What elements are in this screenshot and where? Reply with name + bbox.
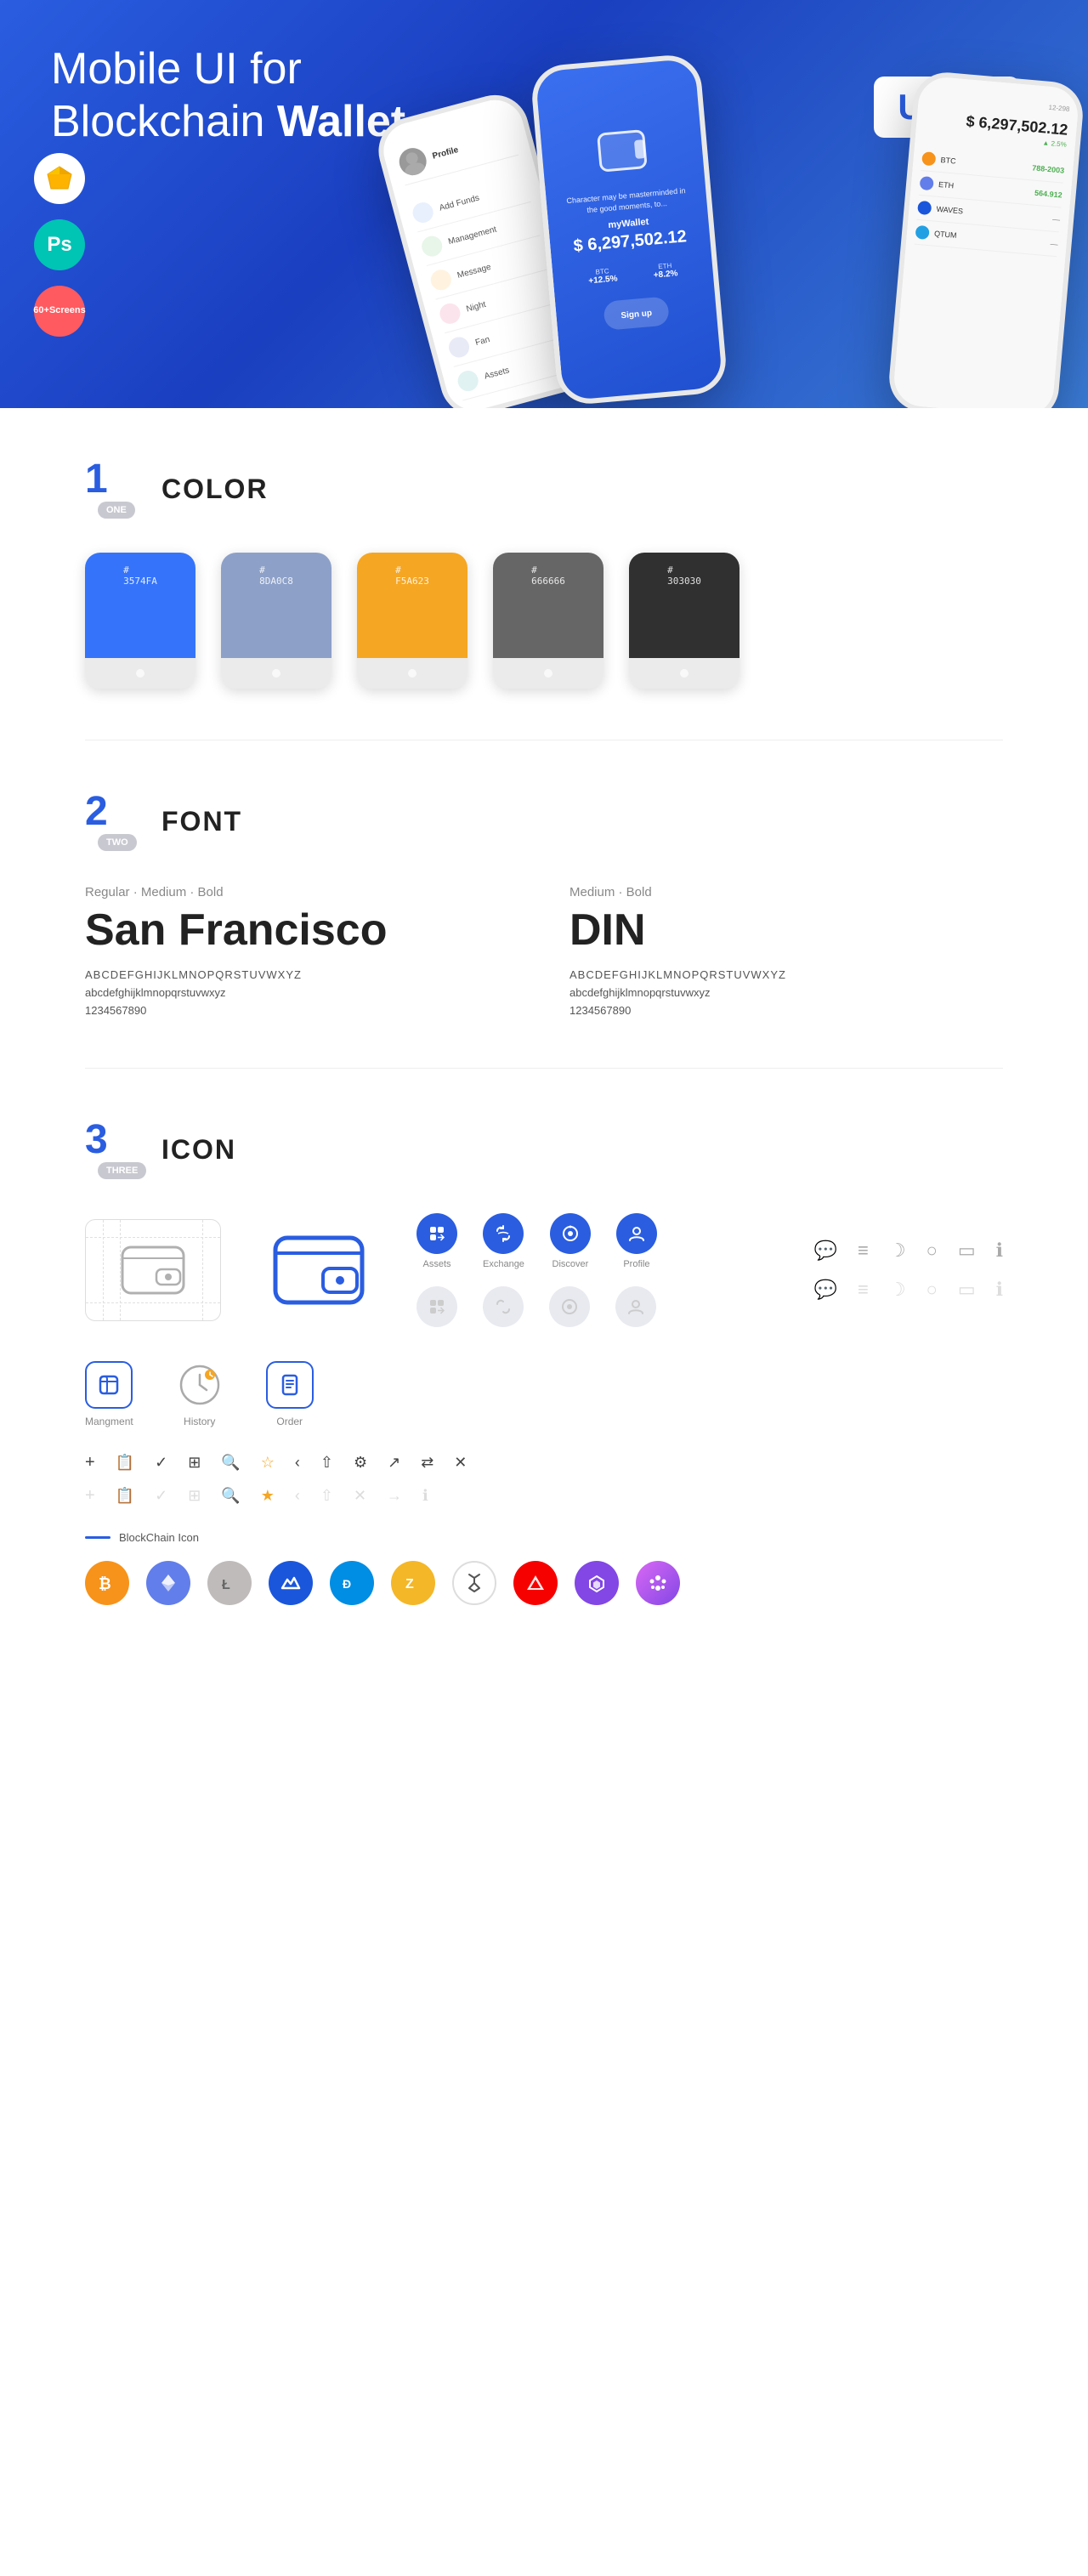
tool-badges: Ps 60+ Screens xyxy=(34,153,85,337)
dash-logo: Đ xyxy=(330,1561,374,1605)
crypto-logos: ₿ Ł Đ xyxy=(85,1561,1003,1605)
phone-mockup-3: 12-298 $ 6,297,502.12 ▲ 2.5% BTC 788-200… xyxy=(887,70,1085,408)
doc-plus-icon-dim: 📋 xyxy=(116,1487,134,1505)
phone-mockups: Profile Add Funds Management Message Nig… xyxy=(323,34,1088,408)
chevron-left-icon-dim: ‹ xyxy=(295,1487,300,1505)
swatch-dark: #303030 xyxy=(629,553,740,689)
font-din: Medium · Bold DIN ABCDEFGHIJKLMNOPQRSTUV… xyxy=(570,885,1003,1017)
moon-icon-dim: ☽ xyxy=(889,1279,906,1301)
icon-history: History xyxy=(176,1361,224,1427)
gear-icon: ⚙ xyxy=(354,1454,367,1472)
chevron-left-icon: ‹ xyxy=(295,1454,300,1472)
font-san-francisco: Regular · Medium · Bold San Francisco AB… xyxy=(85,885,518,1017)
misc-icons: 💬 ≡ ☽ ○ ▭ ℹ 💬 ≡ ☽ ○ ▭ ℹ xyxy=(814,1240,1003,1301)
font-section: 2 TWO FONT Regular · Medium · Bold San F… xyxy=(85,740,1003,1068)
blockchain-line xyxy=(85,1536,110,1539)
circle-icon: ○ xyxy=(926,1240,938,1262)
litecoin-logo: Ł xyxy=(207,1561,252,1605)
search-icon-dim: 🔍 xyxy=(221,1487,240,1505)
icon-profile-gray xyxy=(615,1286,656,1327)
circle-icon-dim: ○ xyxy=(926,1279,938,1301)
zcash-logo: Z xyxy=(391,1561,435,1605)
share-icon: ⇧ xyxy=(320,1454,333,1472)
check-icon: ✓ xyxy=(155,1454,167,1472)
chat-icon-dim: 💬 xyxy=(814,1279,837,1301)
export-icon: ↗ xyxy=(388,1454,400,1472)
swatch-gray: #666666 xyxy=(493,553,604,689)
icon-section: 3 THREE ICON xyxy=(85,1069,1003,1707)
icon-management: Mangment xyxy=(85,1361,133,1427)
check-icon-dim: ✓ xyxy=(155,1487,167,1505)
svg-text:Ł: Ł xyxy=(222,1578,230,1592)
icon-exchange-gray xyxy=(483,1286,524,1327)
color-section-header: 1 ONE COLOR xyxy=(85,459,1003,519)
waves-logo xyxy=(269,1561,313,1605)
icon-order: Order xyxy=(266,1361,314,1427)
ark-logo xyxy=(513,1561,558,1605)
icon-exchange: Exchange xyxy=(483,1213,524,1269)
info-icon: ℹ xyxy=(996,1240,1003,1262)
nav-icons-labeled: Assets Exchange xyxy=(416,1213,657,1327)
svg-text:Z: Z xyxy=(405,1577,414,1592)
layers-icon-dim: ≡ xyxy=(858,1279,869,1301)
small-icons-dim: + 📋 ✓ ⊞ 🔍 ★ ‹ ⇧ ✕ → ℹ xyxy=(85,1486,1003,1506)
svg-text:Đ: Đ xyxy=(343,1577,351,1591)
section-number-3: 3 THREE xyxy=(85,1120,144,1179)
moon-icon: ☽ xyxy=(889,1240,906,1262)
icon-discover-gray xyxy=(549,1286,590,1327)
swatch-orange: #F5A623 xyxy=(357,553,468,689)
swatch-blue: #3574FA xyxy=(85,553,196,689)
icon-profile: Profile xyxy=(616,1213,657,1269)
qr-icon: ⊞ xyxy=(188,1454,201,1472)
icon-section-header: 3 THREE ICON xyxy=(85,1120,1003,1179)
icon-assets: Assets xyxy=(416,1213,457,1269)
message-icon: ▭ xyxy=(958,1240,976,1262)
plus-icon-dim: + xyxy=(85,1486,95,1506)
wallet-icon-filled xyxy=(272,1233,366,1308)
swap-icon: ⇄ xyxy=(421,1454,434,1472)
phone-mockup-2: Character may be masterminded in the goo… xyxy=(530,53,728,406)
icon-assets-gray xyxy=(416,1286,457,1327)
main-content: 1 ONE COLOR #3574FA #8DA0C8 #F5A623 #666… xyxy=(0,408,1088,1707)
star-icon-filled: ★ xyxy=(261,1487,275,1505)
action-icons-row: Mangment History xyxy=(85,1361,1003,1427)
message-icon-dim: ▭ xyxy=(958,1279,976,1301)
section-number-2: 2 TWO xyxy=(85,792,144,851)
qr-icon-dim: ⊞ xyxy=(188,1487,201,1505)
color-section: 1 ONE COLOR #3574FA #8DA0C8 #F5A623 #666… xyxy=(85,408,1003,740)
font-section-header: 2 TWO FONT xyxy=(85,792,1003,851)
plus-icon: + xyxy=(85,1453,95,1472)
photoshop-badge: Ps xyxy=(34,219,85,270)
ethereum-logo xyxy=(146,1561,190,1605)
small-icons-active: + 📋 ✓ ⊞ 🔍 ☆ ‹ ⇧ ⚙ ↗ ⇄ ✕ xyxy=(85,1453,1003,1472)
close-icon: ✕ xyxy=(454,1454,467,1472)
layers-icon: ≡ xyxy=(858,1240,869,1262)
share-icon-dim: ⇧ xyxy=(320,1487,333,1505)
polygon-logo xyxy=(575,1561,619,1605)
wallet-icon-grid xyxy=(85,1219,221,1321)
blockchain-label: BlockChain Icon xyxy=(85,1531,1003,1544)
svg-text:₿: ₿ xyxy=(99,1575,111,1592)
iota-logo xyxy=(452,1561,496,1605)
arrow-icon-dim: → xyxy=(387,1487,402,1505)
color-swatches-container: #3574FA #8DA0C8 #F5A623 #666666 #303030 xyxy=(85,553,1003,689)
info-icon-dim: ℹ xyxy=(996,1279,1003,1301)
search-icon: 🔍 xyxy=(221,1454,240,1472)
hero-section: Mobile UI for Blockchain Wallet UI Kit P… xyxy=(0,0,1088,408)
polkadot-logo xyxy=(636,1561,680,1605)
icon-discover: Discover xyxy=(550,1213,591,1269)
swatch-slate: #8DA0C8 xyxy=(221,553,332,689)
info-icon-dim2: ℹ xyxy=(422,1487,428,1505)
bitcoin-logo: ₿ xyxy=(85,1561,129,1605)
section-number-1: 1 ONE xyxy=(85,459,144,519)
star-icon: ☆ xyxy=(261,1454,275,1472)
x-icon-dim: ✕ xyxy=(354,1487,366,1505)
sketch-badge xyxy=(34,153,85,204)
screens-badge: 60+ Screens xyxy=(34,286,85,337)
doc-plus-icon: 📋 xyxy=(116,1454,134,1472)
chat-icon: 💬 xyxy=(814,1240,837,1262)
font-grid: Regular · Medium · Bold San Francisco AB… xyxy=(85,885,1003,1017)
